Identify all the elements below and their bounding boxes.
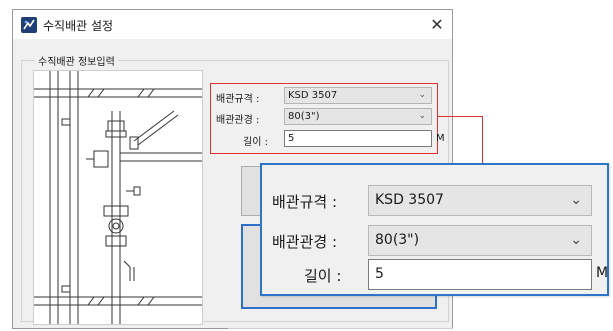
length-value: 5	[288, 133, 295, 144]
pipe-standard-label: 배관규격 :	[216, 94, 260, 105]
length-unit: M	[436, 133, 445, 144]
chevron-down-icon: ⌄	[570, 192, 582, 208]
pipe-diagram	[33, 70, 203, 325]
callout-connector	[482, 116, 483, 164]
zoom-pipe-diameter-value: 80(3")	[375, 232, 420, 248]
chevron-down-icon: ⌄	[418, 111, 426, 121]
zoom-length-unit: M	[596, 265, 609, 281]
zoom-callout-panel: 배관규격 : KSD 3507 ⌄ 배관관경 : 80(3") ⌄ 길이 : 5…	[260, 163, 609, 296]
pipe-standard-select[interactable]: KSD 3507 ⌄	[284, 87, 432, 104]
zoom-length-input[interactable]: 5	[368, 259, 592, 290]
zoom-length-label: 길이 :	[304, 267, 342, 285]
title-bar: 수직배관 설정 ✕	[13, 10, 452, 39]
divider	[228, 328, 453, 329]
app-icon	[21, 17, 37, 33]
zoom-pipe-standard-value: KSD 3507	[375, 192, 444, 208]
pipe-diameter-select[interactable]: 80(3") ⌄	[284, 108, 432, 125]
pipe-diameter-label: 배관관경 :	[216, 115, 260, 126]
chevron-down-icon: ⌄	[570, 232, 582, 248]
window-title: 수직배관 설정	[43, 19, 114, 33]
pipe-diagram-drawing	[34, 71, 202, 324]
length-input[interactable]: 5	[284, 130, 432, 147]
chevron-down-icon: ⌄	[418, 90, 426, 100]
close-icon[interactable]: ✕	[426, 14, 448, 36]
zoom-pipe-diameter-label: 배관관경 :	[272, 233, 338, 251]
group-title: 수직배관 정보입력	[35, 53, 118, 68]
length-label: 길이 :	[243, 137, 268, 148]
pipe-standard-value: KSD 3507	[288, 90, 338, 101]
zoom-pipe-standard-select[interactable]: KSD 3507 ⌄	[368, 185, 592, 216]
zoom-length-value: 5	[375, 266, 384, 282]
zoom-pipe-standard-label: 배관규격 :	[272, 193, 338, 211]
zoom-pipe-diameter-select[interactable]: 80(3") ⌄	[368, 225, 592, 256]
callout-connector	[437, 116, 483, 117]
pipe-diameter-value: 80(3")	[288, 111, 320, 122]
